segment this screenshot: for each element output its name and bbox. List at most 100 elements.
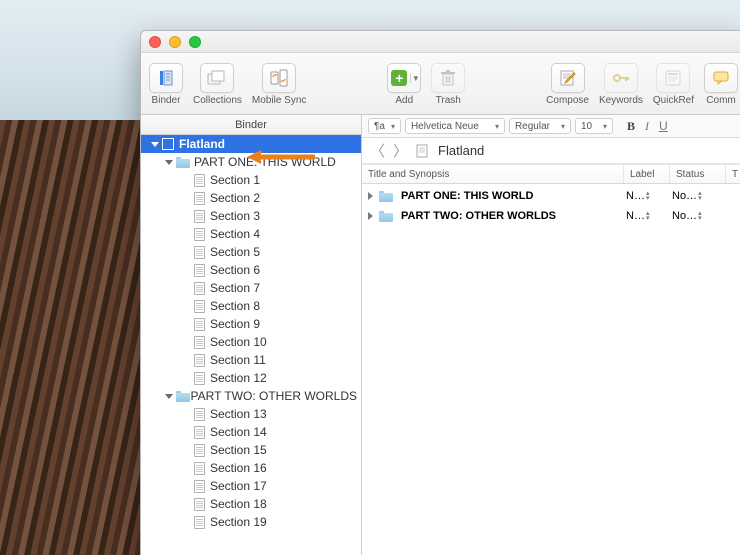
tree-section[interactable]: Section 7 <box>141 279 361 297</box>
col-label[interactable]: Label <box>624 165 670 183</box>
toolbar-label: Compose <box>546 95 589 106</box>
tree-root-flatland[interactable]: Flatland <box>141 135 361 153</box>
col-t[interactable]: T <box>726 165 740 183</box>
quickref-button[interactable]: QuickRef <box>653 63 694 106</box>
text-doc-icon <box>194 174 205 187</box>
mobile-sync-button[interactable]: Mobile Sync <box>252 63 306 106</box>
disclosure-triangle-icon[interactable] <box>368 192 373 200</box>
text-doc-icon <box>194 372 205 385</box>
close-icon[interactable] <box>149 36 161 48</box>
comments-button[interactable]: Comm <box>704 63 738 106</box>
toolbar-label: Keywords <box>599 95 643 106</box>
text-doc-icon <box>194 516 205 529</box>
tree-section[interactable]: Section 11 <box>141 351 361 369</box>
tree-section[interactable]: Section 3 <box>141 207 361 225</box>
bold-button[interactable]: B <box>627 119 635 134</box>
toolbar-label: Add <box>395 95 413 106</box>
outline-row[interactable]: PART ONE: THIS WORLDN…▴▾No…▴▾ <box>362 186 740 206</box>
text-doc-icon <box>194 408 205 421</box>
text-doc-icon <box>194 246 205 259</box>
tree-section[interactable]: Section 2 <box>141 189 361 207</box>
tree-section[interactable]: Section 18 <box>141 495 361 513</box>
nav-forward-icon[interactable]: 〉 <box>393 140 408 161</box>
binder-sidebar: Binder Flatland PART ONE: THIS WORLD Sec… <box>141 115 362 555</box>
tree-section[interactable]: Section 4 <box>141 225 361 243</box>
tree-section[interactable]: Section 16 <box>141 459 361 477</box>
tree-label: Section 11 <box>210 353 266 367</box>
stepper-icon[interactable]: ▴▾ <box>698 191 702 201</box>
outline-status[interactable]: No… <box>672 190 697 202</box>
tree-label: Section 9 <box>210 317 260 331</box>
titlebar[interactable] <box>141 31 740 53</box>
col-status[interactable]: Status <box>670 165 726 183</box>
keywords-button[interactable]: Keywords <box>599 63 643 106</box>
toolbar-label: Binder <box>152 95 181 106</box>
font-family-select[interactable]: Helvetica Neue▾ <box>405 118 505 134</box>
tree-section[interactable]: Section 15 <box>141 441 361 459</box>
text-doc-icon <box>194 498 205 511</box>
tree-label: Section 1 <box>210 173 260 187</box>
text-doc-icon <box>194 462 205 475</box>
tree-section[interactable]: Section 1 <box>141 171 361 189</box>
outline-status[interactable]: No… <box>672 210 697 222</box>
compose-button[interactable]: Compose <box>546 63 589 106</box>
tree-label: Section 19 <box>210 515 267 529</box>
col-title-synopsis[interactable]: Title and Synopsis <box>362 165 624 183</box>
text-doc-icon <box>194 336 205 349</box>
trash-button[interactable]: Trash <box>431 63 465 106</box>
tree-section[interactable]: Section 6 <box>141 261 361 279</box>
tree-label: Section 16 <box>210 461 267 475</box>
location-title[interactable]: Flatland <box>438 143 484 158</box>
tree-section[interactable]: Section 14 <box>141 423 361 441</box>
tree-section[interactable]: Section 17 <box>141 477 361 495</box>
text-doc-icon <box>194 480 205 493</box>
nav-back-icon[interactable]: 〈 <box>370 140 385 161</box>
add-button[interactable]: +▼ Add <box>387 63 421 106</box>
tree-section[interactable]: Section 9 <box>141 315 361 333</box>
tree-label: Section 5 <box>210 245 260 259</box>
stepper-icon[interactable]: ▴▾ <box>646 211 650 221</box>
format-bar: ¶a▾ Helvetica Neue▾ Regular▾ 10▾ B I U <box>362 115 740 138</box>
tree-folder-part2[interactable]: PART TWO: OTHER WORLDS <box>141 387 361 405</box>
toolbar-label: Mobile Sync <box>252 95 306 106</box>
stepper-icon[interactable]: ▴▾ <box>646 191 650 201</box>
tree-label: Section 12 <box>210 371 267 385</box>
folder-icon <box>379 211 393 222</box>
tree-section[interactable]: Section 5 <box>141 243 361 261</box>
underline-button[interactable]: U <box>659 119 668 133</box>
tree-section[interactable]: Section 8 <box>141 297 361 315</box>
zoom-icon[interactable] <box>189 36 201 48</box>
tree-label: PART ONE: THIS WORLD <box>194 155 336 169</box>
outline-title: PART TWO: OTHER WORLDS <box>401 210 556 222</box>
app-window: Binder Collections Mobile Sync +▼ Add Tr… <box>140 30 740 555</box>
toolbar: Binder Collections Mobile Sync +▼ Add Tr… <box>141 53 740 115</box>
disclosure-triangle-icon[interactable] <box>368 212 373 220</box>
location-bar: 〈 〉 Flatland <box>362 138 740 164</box>
font-size-select[interactable]: 10▾ <box>575 118 613 134</box>
folder-icon <box>379 191 393 202</box>
tree-section[interactable]: Section 19 <box>141 513 361 531</box>
tree-label: Section 13 <box>210 407 267 421</box>
outline-label[interactable]: N… <box>626 210 645 222</box>
outline-row[interactable]: PART TWO: OTHER WORLDSN…▴▾No…▴▾ <box>362 206 740 226</box>
paragraph-style-select[interactable]: ¶a▾ <box>368 118 401 134</box>
toolbar-label: Comm <box>706 95 735 106</box>
outline-label[interactable]: N… <box>626 190 645 202</box>
stepper-icon[interactable]: ▴▾ <box>698 211 702 221</box>
folder-icon <box>176 157 190 168</box>
binder-button[interactable]: Binder <box>149 63 183 106</box>
tree-folder-part1[interactable]: PART ONE: THIS WORLD <box>141 153 361 171</box>
tree-label: Section 17 <box>210 479 267 493</box>
binder-tree[interactable]: Flatland PART ONE: THIS WORLD Section 1 S… <box>141 135 361 555</box>
tree-section[interactable]: Section 12 <box>141 369 361 387</box>
tree-section[interactable]: Section 10 <box>141 333 361 351</box>
italic-button[interactable]: I <box>645 119 649 134</box>
text-doc-icon <box>194 300 205 313</box>
collections-button[interactable]: Collections <box>193 63 242 106</box>
minimize-icon[interactable] <box>169 36 181 48</box>
tree-section[interactable]: Section 13 <box>141 405 361 423</box>
text-doc-icon <box>194 264 205 277</box>
font-style-select[interactable]: Regular▾ <box>509 118 571 134</box>
outline-list[interactable]: PART ONE: THIS WORLDN…▴▾No…▴▾ PART TWO: O… <box>362 184 740 555</box>
tree-label: Section 15 <box>210 443 267 457</box>
